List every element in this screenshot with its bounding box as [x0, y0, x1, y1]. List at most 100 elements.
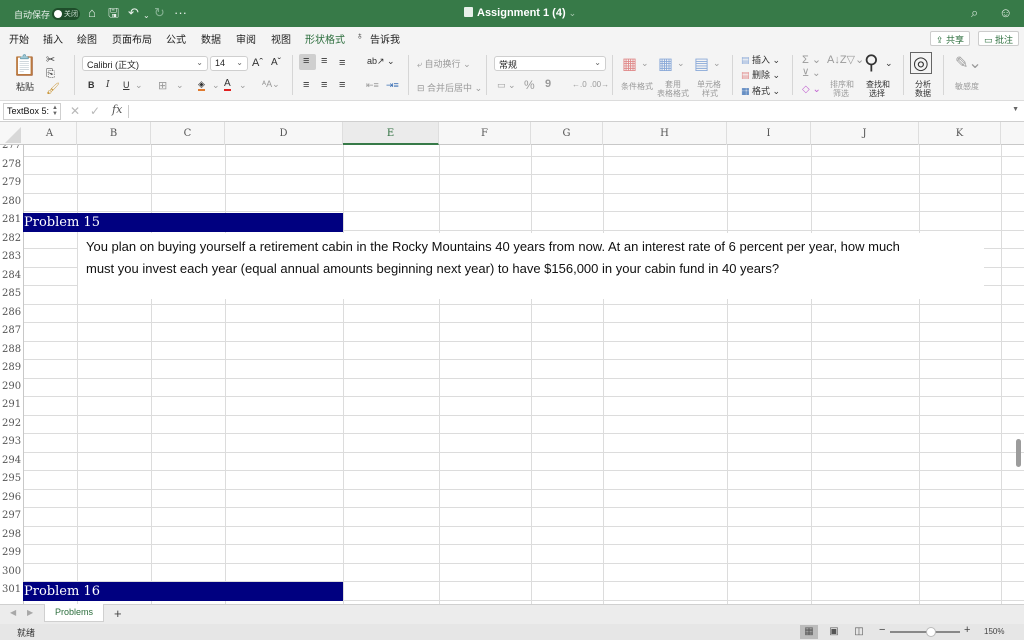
italic-button[interactable]: I — [106, 80, 110, 90]
accounting-format-icon[interactable]: ▭ ⌄ — [497, 80, 516, 91]
next-sheet-icon[interactable]: ▶ — [27, 608, 33, 617]
text-effects-icon[interactable]: ᴬA⌄ — [262, 79, 280, 90]
chevron-down-icon[interactable]: ⌄ — [885, 58, 893, 69]
tab-draw[interactable]: 绘图 — [77, 31, 97, 46]
borders-icon[interactable]: ⊞ — [158, 79, 167, 92]
problem-15-header[interactable]: Problem 15 — [23, 213, 343, 232]
format-as-table-icon[interactable]: ▦ — [658, 54, 673, 74]
row-header[interactable]: 294 — [0, 454, 23, 466]
row-header[interactable]: 301 — [0, 584, 23, 595]
tab-page-layout[interactable]: 页面布局 — [112, 31, 152, 46]
fill-icon[interactable]: ⊻ ⌄ — [802, 68, 820, 79]
row-header[interactable]: 293 — [0, 436, 23, 447]
column-header-i[interactable]: I — [727, 122, 811, 145]
row-header[interactable]: 291 — [0, 399, 23, 410]
previous-sheet-icon[interactable]: ◀ — [10, 608, 16, 617]
sensitivity-icon[interactable]: ✎⌄ — [955, 53, 982, 73]
row-header[interactable]: 278 — [0, 158, 23, 170]
bold-button[interactable]: B — [88, 80, 95, 90]
document-title[interactable]: Assignment 1 (4) ⌄ — [464, 7, 576, 19]
fill-color-icon[interactable]: ◈ — [198, 79, 205, 91]
column-header-c[interactable]: C — [151, 122, 225, 145]
row-header[interactable]: 300 — [0, 565, 23, 577]
row-header[interactable]: 277 — [0, 145, 23, 151]
undo-icon[interactable]: ↶ — [128, 6, 139, 20]
merge-center-button[interactable]: ⊟ 合并后居中 ⌄ — [417, 81, 482, 94]
cut-icon[interactable]: ✂ — [46, 53, 55, 66]
analyze-data-icon[interactable]: ◎ — [910, 52, 932, 74]
tab-shape-format[interactable]: 形状格式 — [305, 31, 345, 46]
redo-icon[interactable]: ↻ — [154, 6, 165, 20]
zoom-slider[interactable] — [890, 631, 960, 633]
format-painter-icon[interactable]: 🖌 — [46, 82, 60, 95]
align-bottom-icon[interactable]: ≡ — [339, 57, 345, 69]
row-header[interactable]: 284 — [0, 269, 23, 281]
zoom-in-button[interactable]: + — [964, 624, 970, 636]
problem-textbox[interactable]: You plan on buying yourself a retirement… — [78, 233, 984, 299]
cell-styles-icon[interactable]: ▤ — [694, 54, 709, 74]
expand-formula-icon[interactable]: ▼ — [1012, 106, 1019, 113]
sensitivity-label[interactable]: 敏感度 — [955, 81, 979, 92]
sort-filter-icon[interactable]: A↓Z▽⌄ — [827, 53, 864, 66]
format-cells-button[interactable]: ▦ 格式 ⌄ — [741, 84, 780, 97]
clear-icon[interactable]: ◇ ⌄ — [802, 84, 821, 95]
row-header[interactable]: 297 — [0, 510, 23, 521]
paste-icon[interactable]: 📋 — [12, 53, 37, 78]
orientation-icon[interactable]: ab↗ ⌄ — [367, 56, 395, 67]
spinner-icon[interactable]: ▲ ▼ — [52, 105, 58, 117]
row-header[interactable]: 290 — [0, 380, 23, 392]
column-header-e[interactable]: E — [343, 122, 439, 145]
percent-button[interactable]: % — [524, 78, 535, 92]
font-size-select[interactable]: 14 ⌄ — [210, 56, 248, 71]
conditional-format-label[interactable]: 条件格式 — [621, 81, 653, 92]
row-header[interactable]: 280 — [0, 195, 23, 207]
zoom-slider-handle[interactable] — [926, 627, 936, 637]
chevron-down-icon[interactable]: ⌄ — [677, 58, 685, 69]
delete-cells-button[interactable]: ▤ 删除 ⌄ — [741, 68, 780, 81]
insert-cells-button[interactable]: ▤ 插入 ⌄ — [741, 53, 780, 66]
row-header[interactable]: 287 — [0, 325, 23, 336]
row-header[interactable]: 288 — [0, 343, 23, 355]
align-center-icon[interactable]: ≡ — [321, 79, 327, 91]
more-icon[interactable]: ··· — [174, 6, 187, 20]
column-header-f[interactable]: F — [439, 122, 531, 145]
column-header-d[interactable]: D — [225, 122, 343, 145]
row-header[interactable]: 285 — [0, 288, 23, 299]
save-icon[interactable]: 🖫 — [108, 6, 119, 20]
insert-function-icon[interactable]: fx — [112, 103, 122, 116]
tab-data[interactable]: 数据 — [201, 31, 221, 46]
autosum-icon[interactable]: Σ ⌄ — [802, 53, 821, 66]
find-select-icon[interactable]: ⚲ — [864, 50, 879, 75]
chevron-down-icon[interactable]: ⌄ — [239, 80, 247, 91]
align-right-icon[interactable]: ≡ — [339, 79, 345, 91]
tab-review[interactable]: 审阅 — [236, 31, 256, 46]
align-top-icon[interactable]: ≡ — [303, 55, 309, 67]
align-left-icon[interactable]: ≡ — [303, 79, 309, 91]
share-button[interactable]: ⇪ 共享 — [930, 31, 971, 46]
row-header[interactable]: 295 — [0, 473, 23, 484]
problem-16-header[interactable]: Problem 16 — [23, 582, 343, 601]
row-header[interactable]: 282 — [0, 232, 23, 244]
row-header[interactable]: 298 — [0, 528, 23, 540]
comments-button[interactable]: ▭ 批注 — [978, 31, 1020, 46]
row-header[interactable]: 289 — [0, 362, 23, 373]
column-header-h[interactable]: H — [603, 122, 727, 145]
align-middle-icon[interactable]: ≡ — [321, 55, 327, 67]
vertical-scrollbar[interactable] — [1016, 439, 1021, 467]
increase-indent-icon[interactable]: ⇥≡ — [386, 80, 399, 91]
name-box[interactable]: TextBox 5: ▲ ▼ — [3, 103, 61, 120]
zoom-out-button[interactable]: − — [879, 624, 885, 636]
column-header-j[interactable]: J — [811, 122, 919, 145]
select-all-corner[interactable] — [0, 122, 23, 145]
chevron-down-icon[interactable]: ⌄ — [135, 80, 143, 91]
tell-me[interactable]: 告诉我 — [370, 31, 400, 46]
increase-decimal-icon[interactable]: ←.0 — [572, 80, 587, 89]
add-sheet-button[interactable]: + — [114, 606, 122, 621]
chevron-down-icon[interactable]: ⌄ — [713, 58, 721, 69]
cell-styles-label-2[interactable]: 样式 — [702, 88, 718, 99]
row-header[interactable]: 279 — [0, 177, 23, 188]
autosave-toggle[interactable]: 关闭 — [52, 8, 80, 20]
format-as-table-label-2[interactable]: 表格格式 — [657, 88, 689, 99]
tab-formulas[interactable]: 公式 — [166, 31, 186, 46]
column-header-a[interactable]: A — [23, 122, 77, 145]
